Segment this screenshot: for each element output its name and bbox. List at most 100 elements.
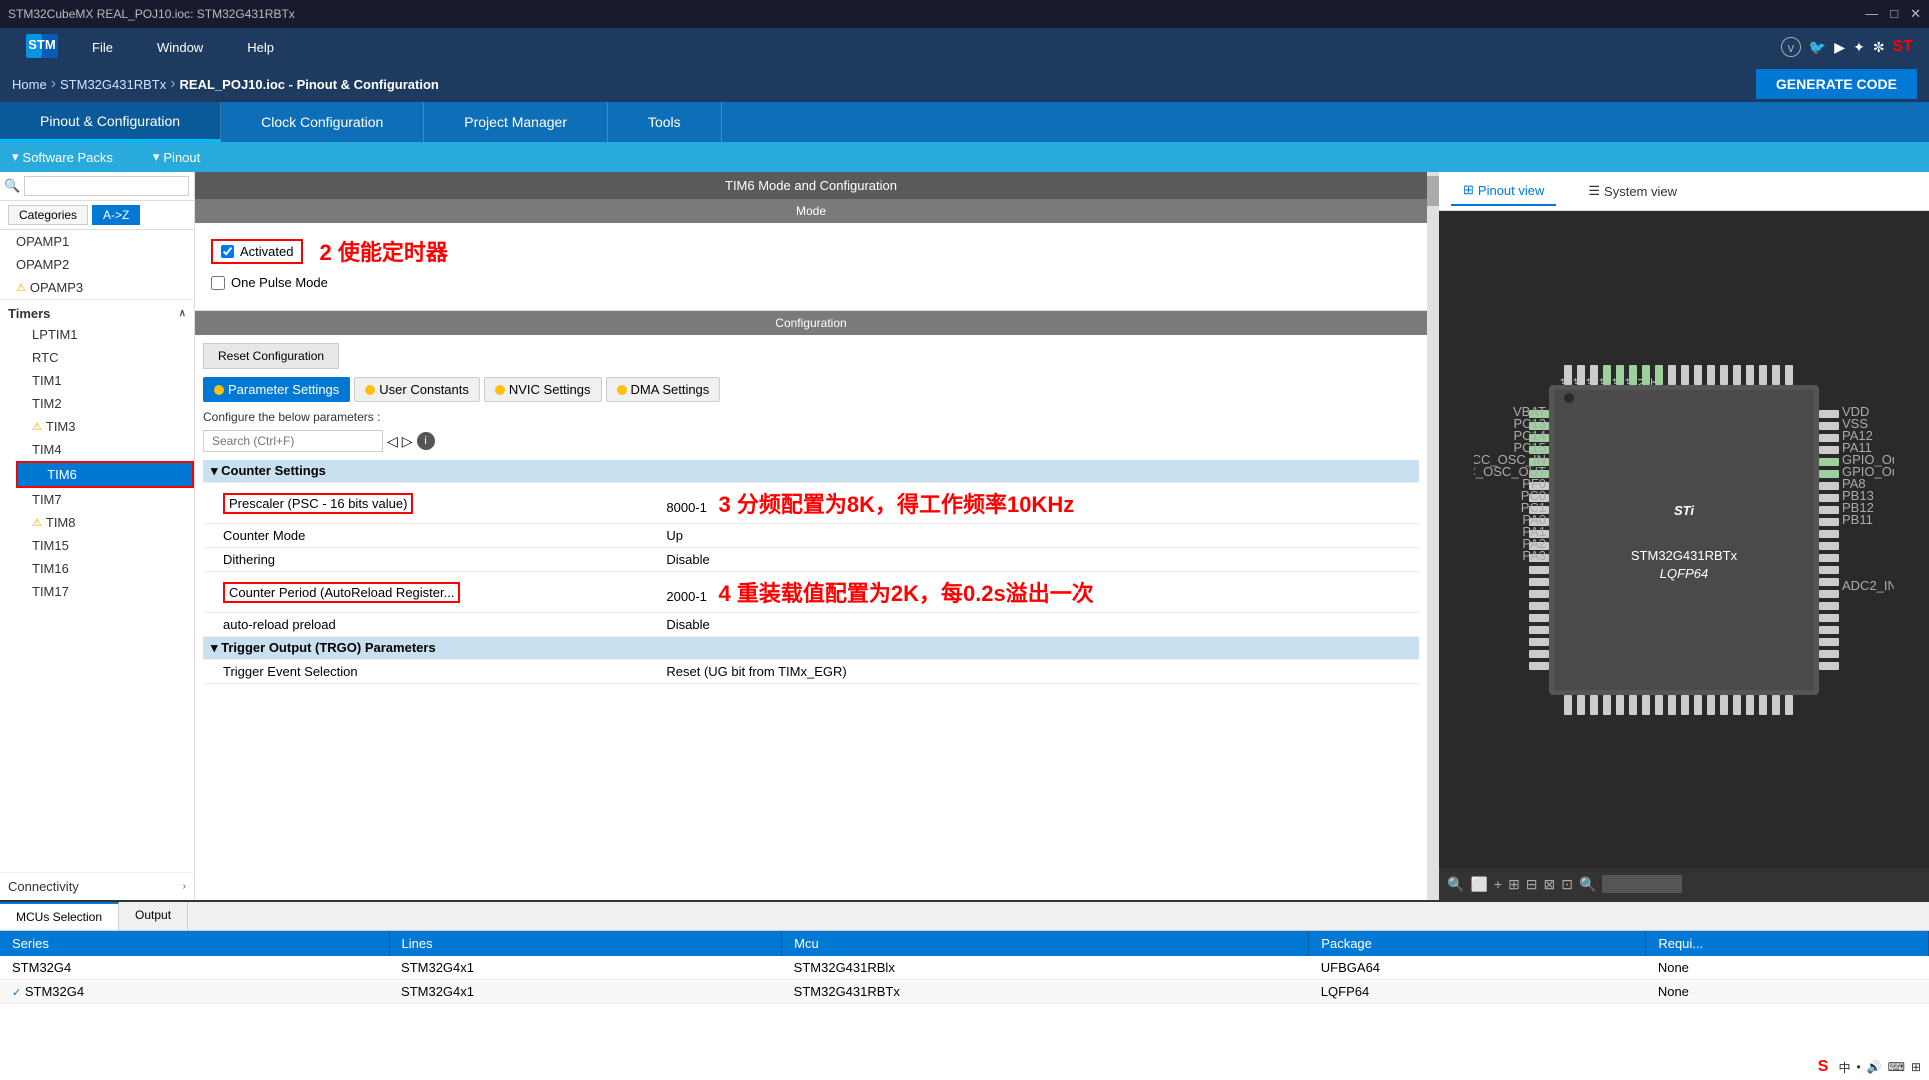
collapse-timers-icon: ∧ [179, 308, 186, 319]
categories-button[interactable]: Categories [8, 205, 88, 225]
atoz-button[interactable]: A->Z [92, 205, 140, 225]
sidebar-item-tim2[interactable]: TIM2 [16, 392, 194, 415]
counter-mode-value: Up [658, 524, 1419, 548]
breadcrumb-project: REAL_POJ10.ioc - Pinout & Configuration [180, 77, 439, 92]
counter-period-cell: Counter Period (AutoReload Register... [223, 582, 460, 603]
trigger-event-label: Trigger Event Selection [203, 660, 658, 684]
sidebar-item-opamp3[interactable]: ⚠ OPAMP3 [0, 276, 194, 299]
tab-pinout-config[interactable]: Pinout & Configuration [0, 102, 221, 142]
scrollbar-thumb[interactable] [1427, 176, 1439, 206]
subtab-pinout[interactable]: ▾ Pinout [153, 149, 200, 165]
sidebar-item-tim15[interactable]: TIM15 [16, 534, 194, 557]
help-menu[interactable]: Help [227, 34, 294, 61]
sidebar-item-tim6[interactable]: ✓ TIM6 [16, 461, 194, 488]
th-lines: Lines [389, 931, 782, 956]
param-tab-user-constants[interactable]: User Constants [354, 377, 480, 402]
connectivity-section[interactable]: Connectivity › [0, 872, 194, 900]
tab-tools[interactable]: Tools [608, 102, 722, 142]
row1-req: None [1646, 956, 1929, 980]
table-row: Prescaler (PSC - 16 bits value) 8000-1 3… [203, 483, 1419, 524]
sidebar-item-tim1[interactable]: TIM1 [16, 369, 194, 392]
counter-mode-label: Counter Mode [203, 524, 658, 548]
sidebar-item-tim16[interactable]: TIM16 [16, 557, 194, 580]
sidebar-item-tim17[interactable]: TIM17 [16, 580, 194, 603]
timers-items: LPTIM1 RTC TIM1 TIM2 ⚠ TIM3 TIM4 ✓ TIM6 … [0, 323, 194, 603]
activated-checkbox[interactable] [221, 245, 234, 258]
warning-icon-opamp3: ⚠ [16, 281, 26, 294]
search-zoom-icon[interactable]: 🔍 [1579, 876, 1596, 893]
config-section: Reset Configuration Parameter Settings U… [195, 335, 1427, 900]
reset-config-button[interactable]: Reset Configuration [203, 343, 339, 369]
close-button[interactable]: ✕ [1910, 6, 1921, 22]
zoom-input[interactable] [1602, 875, 1682, 893]
window-controls: — □ ✕ [1865, 6, 1921, 22]
zoom-out-icon[interactable]: 🔍 [1447, 876, 1464, 893]
window-title: STM32CubeMX REAL_POJ10.ioc: STM32G431RBT… [8, 7, 295, 21]
sidebar-item-lptim1[interactable]: LPTIM1 [16, 323, 194, 346]
one-pulse-checkbox[interactable] [211, 276, 225, 290]
svg-text:PA3: PA3 [1522, 548, 1546, 563]
breadcrumb-mcu[interactable]: STM32G431RBTx [60, 77, 166, 92]
sidebar-item-tim3[interactable]: ⚠ TIM3 [16, 415, 194, 438]
vscroll[interactable] [1427, 172, 1439, 900]
sidebar-item-rtc[interactable]: RTC [16, 346, 194, 369]
menubar-left: STM File Window Help [16, 30, 294, 65]
param-tab-nvic[interactable]: NVIC Settings [484, 377, 602, 402]
autoreload-value: Disable [658, 613, 1419, 637]
sidebar-item-opamp2[interactable]: OPAMP2 [0, 253, 194, 276]
layout-icon-2[interactable]: ⊟ [1526, 876, 1538, 893]
th-package: Package [1309, 931, 1646, 956]
bottom-tab-mcus[interactable]: MCUs Selection [0, 902, 119, 930]
param-search-input[interactable] [203, 430, 383, 452]
param-table: ▾ Counter Settings Prescaler (PSC - 16 b… [203, 460, 1419, 684]
table-row: Dithering Disable [203, 548, 1419, 572]
tim-title: TIM6 Mode and Configuration [195, 172, 1427, 199]
breadcrumb-sep-2: › [170, 75, 175, 93]
table-row: Counter Mode Up [203, 524, 1419, 548]
bottom-tab-output[interactable]: Output [119, 902, 188, 930]
layout-icon-3[interactable]: ⊠ [1544, 876, 1556, 893]
tab-clock-config[interactable]: Clock Configuration [221, 102, 424, 142]
next-search-icon[interactable]: ▷ [402, 433, 413, 450]
dot-dma [617, 385, 627, 395]
file-menu[interactable]: File [72, 34, 133, 61]
timers-section[interactable]: Timers ∧ [0, 299, 194, 323]
maximize-button[interactable]: □ [1890, 6, 1898, 22]
prev-search-icon[interactable]: ◁ [387, 433, 398, 450]
chevron-down-icon: ▾ [12, 149, 19, 165]
main-tabbar: Pinout & Configuration Clock Configurati… [0, 102, 1929, 142]
layout-icon-4[interactable]: ⊡ [1561, 876, 1573, 893]
breadcrumb-home[interactable]: Home [12, 77, 47, 92]
status-chinese: 中 [1838, 1059, 1850, 1076]
sidebar-item-tim7[interactable]: TIM7 [16, 488, 194, 511]
pinout-area: ⊞ Pinout view ☰ System view GPIO_O [1439, 172, 1929, 900]
minimize-button[interactable]: — [1865, 6, 1878, 22]
fit-icon[interactable]: ⬜ [1470, 876, 1487, 893]
param-tab-dma[interactable]: DMA Settings [606, 377, 721, 402]
zoom-in-icon[interactable]: + [1494, 876, 1502, 892]
sidebar-item-tim4[interactable]: TIM4 [16, 438, 194, 461]
dot-settings [214, 385, 224, 395]
table-row: Trigger Event Selection Reset (UG bit fr… [203, 660, 1419, 684]
sidebar-item-tim8[interactable]: ⚠ TIM8 [16, 511, 194, 534]
window-menu[interactable]: Window [137, 34, 223, 61]
check-icon-tim6: ✓ [34, 468, 43, 481]
svg-text:STi: STi [1674, 503, 1694, 518]
youtube-icon: ▶ [1834, 39, 1845, 56]
st-logo: ST [1893, 38, 1913, 56]
status-s-icon: S [1814, 1058, 1833, 1076]
param-tab-settings[interactable]: Parameter Settings [203, 377, 350, 402]
tab-project-manager[interactable]: Project Manager [424, 102, 608, 142]
pinout-view-tab[interactable]: ⊞ Pinout view [1451, 176, 1556, 206]
config-content: TIM6 Mode and Configuration Mode Activat… [195, 172, 1427, 900]
annotation-4: 4 重装载值配置为2K，每0.2s溢出一次 [718, 581, 1093, 606]
warning-icon-tim3: ⚠ [32, 420, 42, 433]
subtab-software-packs[interactable]: ▾ Software Packs [12, 149, 113, 165]
sidebar-search-input[interactable] [24, 176, 189, 196]
prescaler-value: 8000-1 [666, 500, 706, 515]
layout-icon-1[interactable]: ⊞ [1508, 876, 1520, 893]
dot-nvic [495, 385, 505, 395]
system-view-tab[interactable]: ☰ System view [1576, 177, 1689, 205]
sidebar-item-opamp1[interactable]: OPAMP1 [0, 230, 194, 253]
generate-code-button[interactable]: GENERATE CODE [1756, 69, 1917, 99]
